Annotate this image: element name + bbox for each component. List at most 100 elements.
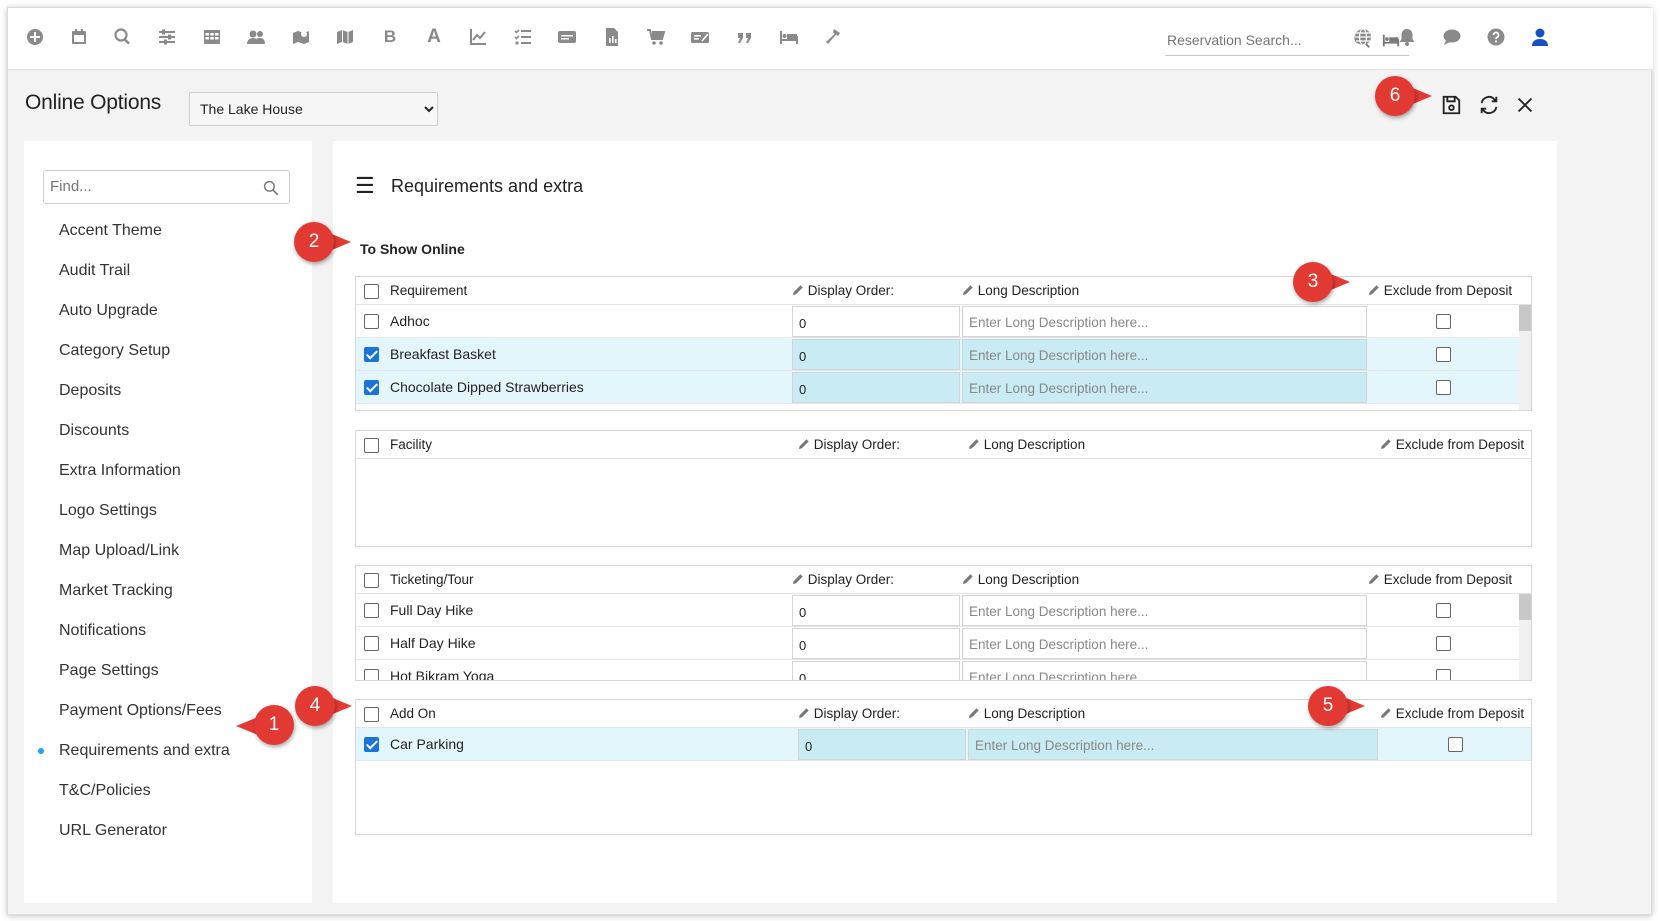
sidebar-item[interactable]: Market Tracking [24,571,312,611]
long-description-header[interactable]: Long Description [962,572,1079,587]
exclude-deposit-header[interactable]: Exclude from Deposit [1380,437,1524,452]
plus-circle-icon[interactable] [23,25,47,49]
long-description-input[interactable]: Enter Long Description here... [962,595,1367,626]
row-checkbox[interactable] [364,603,379,618]
sidebar-item[interactable]: Accent Theme [24,211,312,251]
long-description-header[interactable]: Long Description [968,437,1085,452]
cart-icon[interactable] [644,25,668,49]
display-order-input[interactable]: 0 [792,372,960,403]
display-order-input[interactable]: 0 [792,339,960,370]
sidebar-item[interactable]: URL Generator [24,811,312,851]
display-order-header[interactable]: Display Order: [798,706,900,721]
exclude-deposit-checkbox[interactable] [1436,347,1451,362]
select-all-checkbox[interactable] [364,438,379,453]
long-description-input[interactable]: Enter Long Description here... [968,729,1378,760]
table-row[interactable]: Full Day Hike 0 Enter Long Description her… [356,594,1531,627]
display-order-input[interactable]: 0 [792,306,960,337]
long-description-input[interactable]: Enter Long Description here... [962,372,1367,403]
table-row[interactable]: Hot Bikram Yoga 0 Enter Long Description h… [356,660,1531,680]
sidebar-item[interactable]: Logo Settings [24,491,312,531]
map-icon[interactable] [333,25,357,49]
globe-icon[interactable] [1351,25,1375,49]
quote-icon[interactable] [733,25,757,49]
property-select[interactable]: The Lake House [189,92,438,126]
exclude-deposit-checkbox[interactable] [1436,380,1451,395]
table-row[interactable]: Half Day Hike 0 Enter Long Description her… [356,627,1531,660]
chart-icon[interactable] [466,25,490,49]
find-field[interactable] [43,170,290,204]
sidebar-item[interactable]: Category Setup [24,331,312,371]
search-icon[interactable] [111,25,135,49]
sidebar-item[interactable]: Deposits [24,371,312,411]
table-row[interactable]: Chocolate Dipped Strawberries 0 Enter Long… [356,371,1531,404]
font-icon[interactable]: A [422,25,446,49]
sliders-icon[interactable] [155,25,179,49]
display-order-input[interactable]: 0 [798,729,966,760]
calendar-icon[interactable] [67,25,91,49]
exclude-deposit-checkbox[interactable] [1436,669,1451,680]
long-description-input[interactable]: Enter Long Description here... [962,628,1367,659]
grid-icon[interactable] [200,25,224,49]
sidebar-item[interactable]: Map Upload/Link [24,531,312,571]
hamburger-menu-icon[interactable]: ☰ [355,173,381,199]
sidebar-item[interactable]: Page Settings [24,651,312,691]
map-pin-icon[interactable] [289,25,313,49]
user-icon[interactable] [1528,25,1552,49]
sidebar-item[interactable]: Extra Information [24,451,312,491]
display-order-input[interactable]: 0 [792,595,960,626]
display-order-header[interactable]: Display Order: [798,437,900,452]
exclude-deposit-header[interactable]: Exclude from Deposit [1380,706,1524,721]
exclude-deposit-checkbox[interactable] [1436,603,1451,618]
search-icon[interactable] [263,180,279,196]
long-description-header[interactable]: Long Description [968,706,1085,721]
exclude-deposit-header[interactable]: Exclude from Deposit [1368,572,1512,587]
scrollbar-thumb[interactable] [1519,594,1531,620]
row-checkbox[interactable] [364,669,379,680]
chat-icon[interactable] [1440,25,1464,49]
save-button[interactable] [1438,92,1464,118]
long-description-input[interactable]: Enter Long Description here... [962,306,1367,337]
row-checkbox[interactable] [364,737,379,752]
long-description-header[interactable]: Long Description [962,283,1079,298]
table-row[interactable]: Adhoc 0 Enter Long Description here... [356,305,1531,338]
row-checkbox[interactable] [364,380,379,395]
table-row[interactable]: Breakfast Basket 0 Enter Long Description … [356,338,1531,371]
display-order-input[interactable]: 0 [792,628,960,659]
close-button[interactable] [1512,92,1538,118]
hammer-icon[interactable] [822,25,846,49]
row-checkbox[interactable] [364,347,379,362]
sidebar-item[interactable]: Discounts [24,411,312,451]
bell-icon[interactable] [1395,25,1419,49]
sidebar-item[interactable]: Notifications [24,611,312,651]
help-icon[interactable] [1484,25,1508,49]
card-icon[interactable] [555,25,579,49]
bed-icon[interactable] [777,25,801,49]
select-all-checkbox[interactable] [364,707,379,722]
display-order-header[interactable]: Display Order: [792,283,894,298]
scrollbar-thumb[interactable] [1519,305,1531,331]
checklist-icon[interactable] [511,25,535,49]
display-order-header[interactable]: Display Order: [792,572,894,587]
exclude-deposit-checkbox[interactable] [1436,636,1451,651]
refresh-button[interactable] [1476,92,1502,118]
row-checkbox[interactable] [364,636,379,651]
long-description-input[interactable]: Enter Long Description here... [962,339,1367,370]
sidebar-item[interactable]: T&C/Policies [24,771,312,811]
exclude-deposit-checkbox[interactable] [1436,314,1451,329]
table-row[interactable]: Car Parking 0 Enter Long Description here.… [356,728,1531,761]
select-all-checkbox[interactable] [364,284,379,299]
money-icon[interactable] [688,25,712,49]
find-input[interactable] [44,171,244,201]
long-description-input[interactable]: Enter Long Description here... [962,661,1367,680]
exclude-deposit-header[interactable]: Exclude from Deposit [1368,283,1512,298]
row-checkbox[interactable] [364,314,379,329]
bold-icon[interactable]: B [378,25,402,49]
reservation-search-input[interactable] [1165,26,1345,54]
exclude-deposit-checkbox[interactable] [1448,737,1463,752]
display-order-input[interactable]: 0 [792,661,960,680]
sidebar-item[interactable]: Audit Trail [24,251,312,291]
users-icon[interactable] [244,25,268,49]
report-icon[interactable] [600,25,624,49]
sidebar-item[interactable]: Auto Upgrade [24,291,312,331]
select-all-checkbox[interactable] [364,573,379,588]
